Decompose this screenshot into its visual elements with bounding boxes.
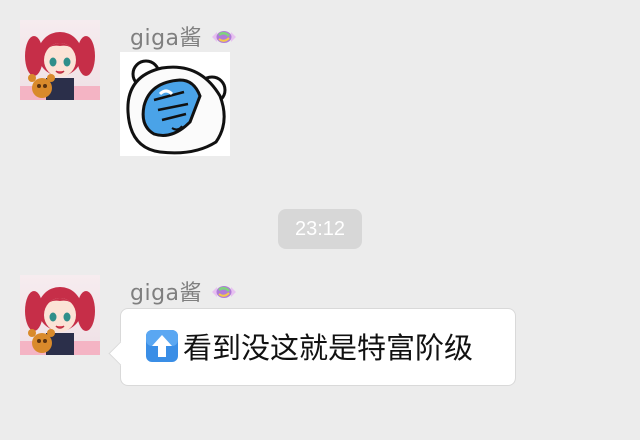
- anime-girl-avatar-icon: [20, 287, 100, 355]
- timestamp-divider: 23:12: [278, 209, 362, 249]
- candy-icon: [210, 282, 238, 300]
- sender-name[interactable]: giga酱: [130, 20, 202, 52]
- up-arrow-emoji-icon: [145, 329, 179, 363]
- bear-facepalm-sticker-icon[interactable]: [120, 52, 230, 156]
- candy-icon: [210, 27, 238, 45]
- sender-avatar[interactable]: [20, 275, 100, 355]
- sender-name-row: giga酱: [130, 20, 238, 52]
- anime-girl-avatar-icon: [20, 32, 100, 100]
- message-bubble[interactable]: 看到没这就是特富阶级: [120, 308, 516, 386]
- sender-name-row: giga酱: [130, 275, 238, 307]
- sender-name[interactable]: giga酱: [130, 275, 202, 307]
- message-text: 看到没这就是特富阶级: [183, 331, 474, 365]
- sender-avatar[interactable]: [20, 20, 100, 100]
